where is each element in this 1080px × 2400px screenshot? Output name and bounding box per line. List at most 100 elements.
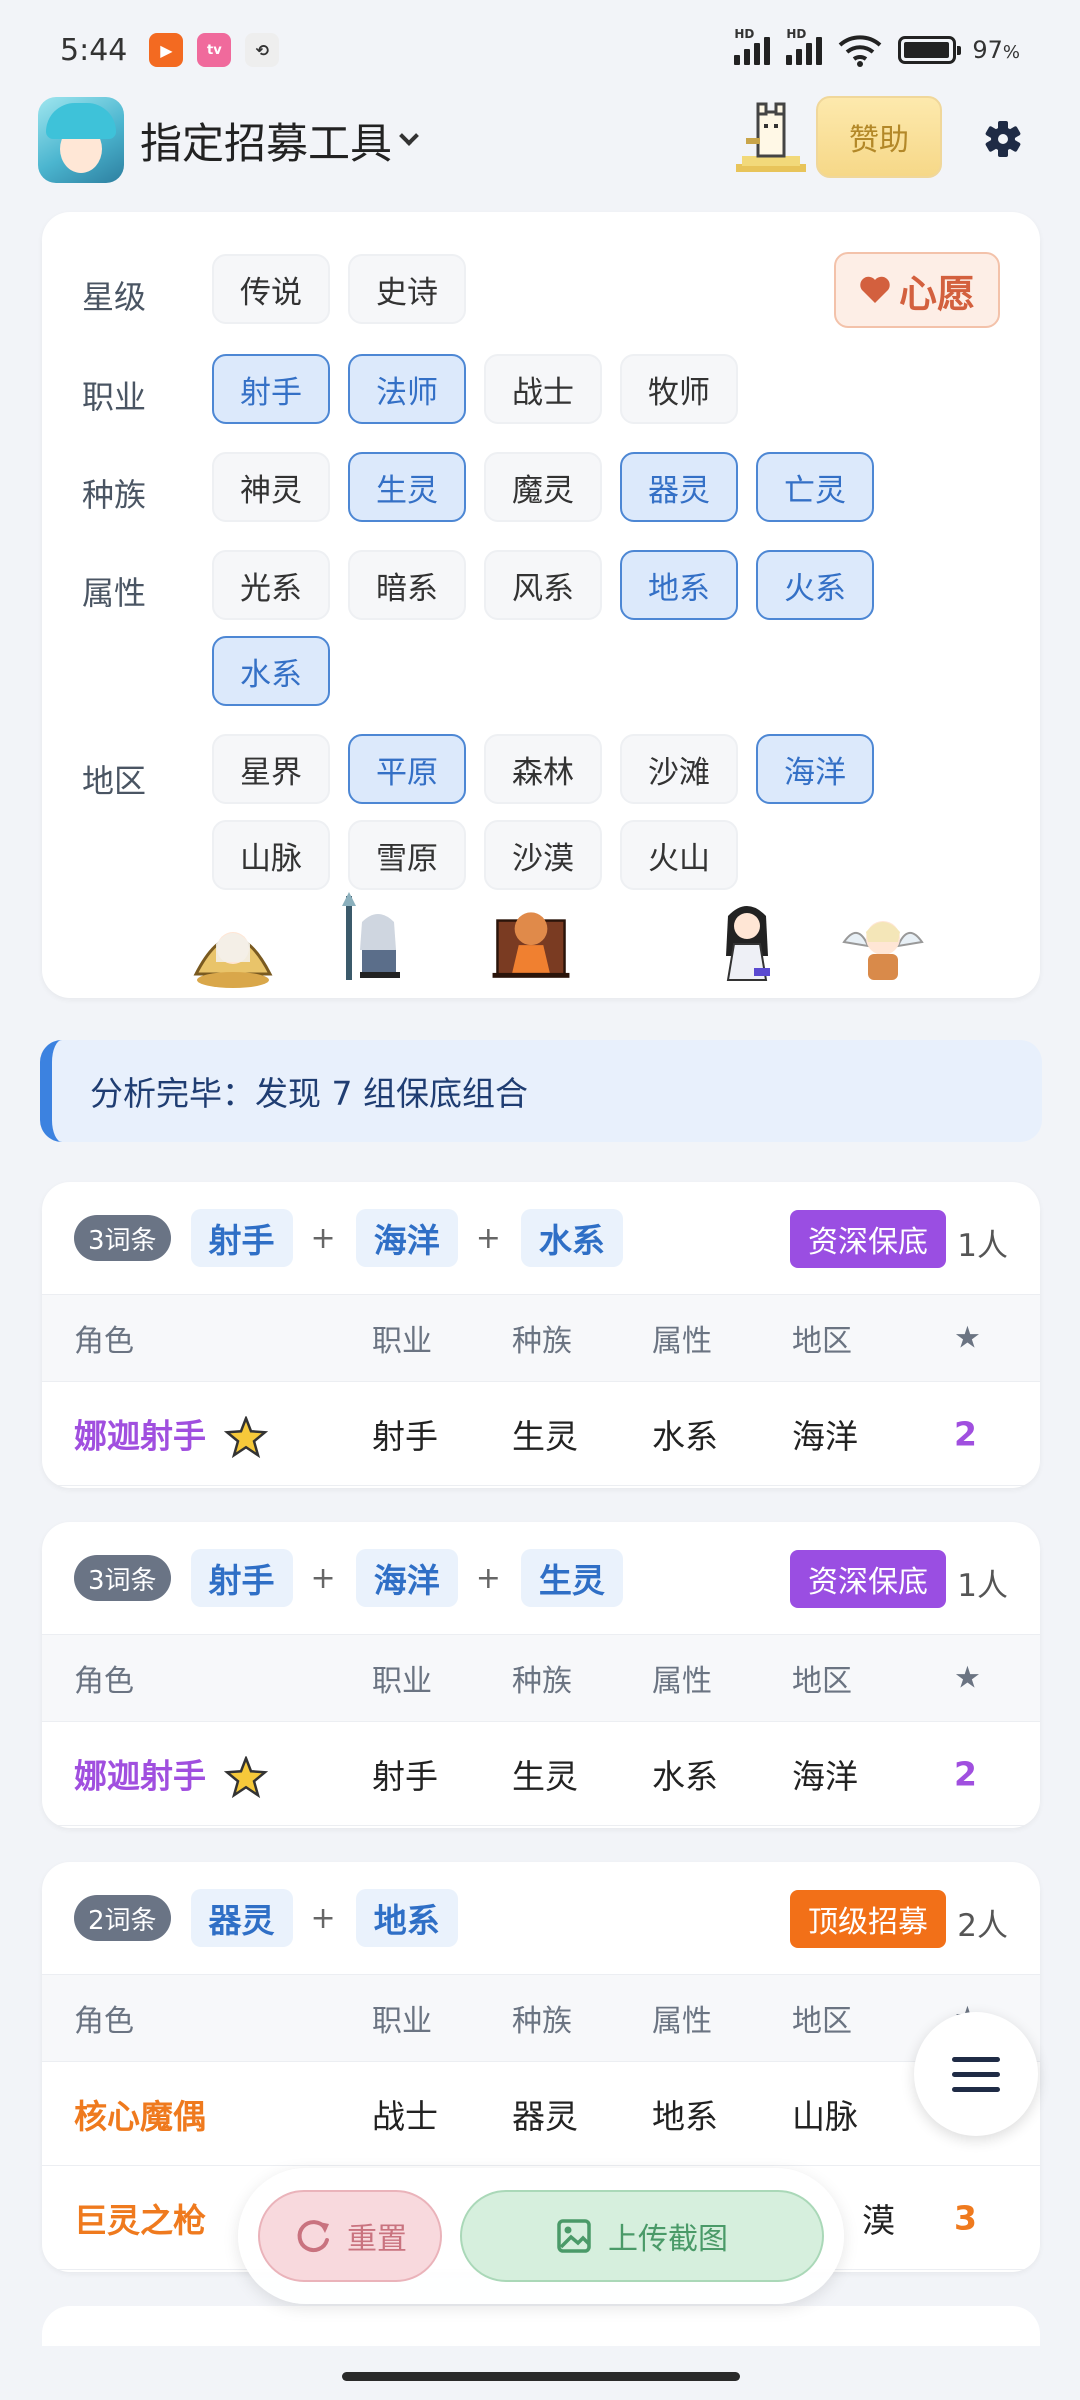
character-sprite-shell	[193, 932, 273, 988]
wifi-icon	[839, 35, 882, 67]
role-stars: 2	[954, 1414, 977, 1453]
chip-job-warrior[interactable]: 战士	[484, 354, 602, 424]
plus-sign: +	[310, 1900, 336, 1936]
signal-icon: HD	[734, 27, 771, 65]
table-row[interactable]: 娜迦射手 射手 生灵 水系 海洋 2	[42, 1722, 1040, 1826]
menu-icon-bar	[952, 2086, 1000, 2092]
chip-region-ocean[interactable]: 海洋	[756, 734, 874, 804]
result-tag: 海洋	[355, 1209, 458, 1267]
home-indicator[interactable]	[342, 2372, 740, 2381]
col-header-attr: 属性	[652, 2004, 712, 2039]
menu-icon-bar	[952, 2056, 1000, 2062]
chip-star-epic[interactable]: 史诗	[348, 254, 466, 324]
role-attr: 水系	[652, 1756, 718, 1796]
result-tag: 水系	[520, 1209, 623, 1267]
star-icon	[223, 1754, 268, 1799]
character-sprite-dark-hair	[726, 906, 770, 981]
app-bar: 指定招募工具 赞助	[38, 92, 1042, 188]
chip-region-plain[interactable]: 平原	[348, 734, 466, 804]
role-stars: 2	[954, 1754, 977, 1793]
sync-icon: ⟲	[245, 33, 280, 67]
result-tag: 射手	[190, 1209, 293, 1267]
result-tag: 射手	[190, 1549, 293, 1607]
col-header-region: 地区	[792, 1324, 852, 1359]
result-tag: 生灵	[520, 1549, 623, 1607]
plus-sign: +	[475, 1220, 501, 1256]
filter-label-region: 地区	[82, 762, 147, 800]
chip-attr-fire[interactable]: 火系	[756, 550, 874, 620]
role-race: 生灵	[512, 1756, 578, 1796]
chip-region-snowfield[interactable]: 雪原	[348, 820, 466, 890]
role-name[interactable]: 娜迦射手	[74, 1409, 268, 1459]
role-name[interactable]: 娜迦射手	[74, 1749, 268, 1799]
sponsor-button[interactable]: 赞助	[816, 96, 942, 178]
role-region: 漠	[862, 2200, 895, 2240]
chip-job-priest[interactable]: 牧师	[620, 354, 738, 424]
chip-region-forest[interactable]: 森林	[484, 734, 602, 804]
character-sprite-throne	[492, 912, 570, 978]
col-header-race: 种族	[512, 1324, 572, 1359]
table-row[interactable]: 核心魔偶 战士 器灵 地系 山脉	[42, 2062, 1040, 2166]
result-tag: 地系	[355, 1889, 458, 1947]
chip-star-legend[interactable]: 传说	[212, 254, 330, 324]
app-logo[interactable]	[38, 97, 124, 183]
chip-attr-water[interactable]: 水系	[212, 636, 330, 706]
role-stars: 3	[954, 2198, 977, 2237]
chip-job-archer[interactable]: 射手	[212, 354, 330, 424]
col-header-job: 职业	[372, 1324, 432, 1359]
guarantee-badge: 资深保底	[790, 1210, 946, 1268]
chip-race-god[interactable]: 神灵	[212, 452, 330, 522]
filter-label-attr: 属性	[82, 574, 147, 612]
plus-sign: +	[475, 1560, 501, 1596]
col-header-role: 角色	[74, 1324, 134, 1359]
col-header-job: 职业	[372, 2004, 432, 2039]
chip-region-star[interactable]: 星界	[212, 734, 330, 804]
chip-race-demon[interactable]: 魔灵	[484, 452, 602, 522]
chip-attr-wind[interactable]: 风系	[484, 550, 602, 620]
chip-race-undead[interactable]: 亡灵	[756, 452, 874, 522]
col-header-stars: ★	[954, 1660, 981, 1696]
result-card-header: 3词条 射手 + 海洋 + 生灵 资深保底 1人	[42, 1522, 1040, 1634]
role-job: 战士	[372, 2096, 438, 2136]
chip-region-mountain[interactable]: 山脉	[212, 820, 330, 890]
filter-label-job: 职业	[82, 378, 147, 416]
image-icon	[557, 2219, 591, 2253]
chevron-down-icon[interactable]	[399, 126, 419, 146]
chip-race-living[interactable]: 生灵	[348, 452, 466, 522]
role-name[interactable]: 巨灵之枪	[74, 2194, 206, 2242]
table-row[interactable]: 娜迦射手 射手 生灵 水系 海洋 2	[42, 1382, 1040, 1486]
plus-sign: +	[310, 1220, 336, 1256]
chip-race-construct[interactable]: 器灵	[620, 452, 738, 522]
app-title[interactable]: 指定招募工具	[140, 110, 392, 171]
menu-button[interactable]	[914, 2012, 1038, 2136]
role-region: 海洋	[792, 1756, 858, 1796]
upload-screenshot-button[interactable]: 上传截图	[460, 2190, 824, 2282]
chip-attr-light[interactable]: 光系	[212, 550, 330, 620]
chip-job-mage[interactable]: 法师	[348, 354, 466, 424]
star-icon	[223, 1414, 268, 1459]
people-count: 1人	[957, 1568, 1008, 1604]
chip-region-beach[interactable]: 沙滩	[620, 734, 738, 804]
col-header-region: 地区	[792, 1664, 852, 1699]
chip-region-volcano[interactable]: 火山	[620, 820, 738, 890]
role-name[interactable]: 核心魔偶	[74, 2090, 206, 2138]
wish-button[interactable]: 心愿	[834, 252, 1000, 328]
chip-attr-dark[interactable]: 暗系	[348, 550, 466, 620]
result-tag: 海洋	[355, 1549, 458, 1607]
signal-icon: HD	[786, 27, 823, 65]
tag-count-badge: 2词条	[74, 1895, 171, 1941]
chip-region-desert[interactable]: 沙漠	[484, 820, 602, 890]
col-header-role: 角色	[74, 1664, 134, 1699]
mascot-image	[736, 102, 806, 172]
col-header-job: 职业	[372, 1664, 432, 1699]
chip-attr-earth[interactable]: 地系	[620, 550, 738, 620]
menu-icon-bar	[952, 2071, 1000, 2077]
filter-label-race: 种族	[82, 476, 147, 514]
status-bar: 5:44 ▶ tv ⟲ HD HD 97%	[0, 0, 1080, 100]
reset-button[interactable]: 重置	[258, 2190, 442, 2282]
result-card: 3词条 射手 + 海洋 + 水系 资深保底 1人 角色 职业 种族 属性 地区 …	[42, 1182, 1040, 1488]
filter-label-star: 星级	[82, 278, 147, 316]
col-header-attr: 属性	[652, 1664, 712, 1699]
gear-icon[interactable]	[978, 114, 1028, 164]
action-bar: 重置 上传截图	[238, 2168, 844, 2304]
